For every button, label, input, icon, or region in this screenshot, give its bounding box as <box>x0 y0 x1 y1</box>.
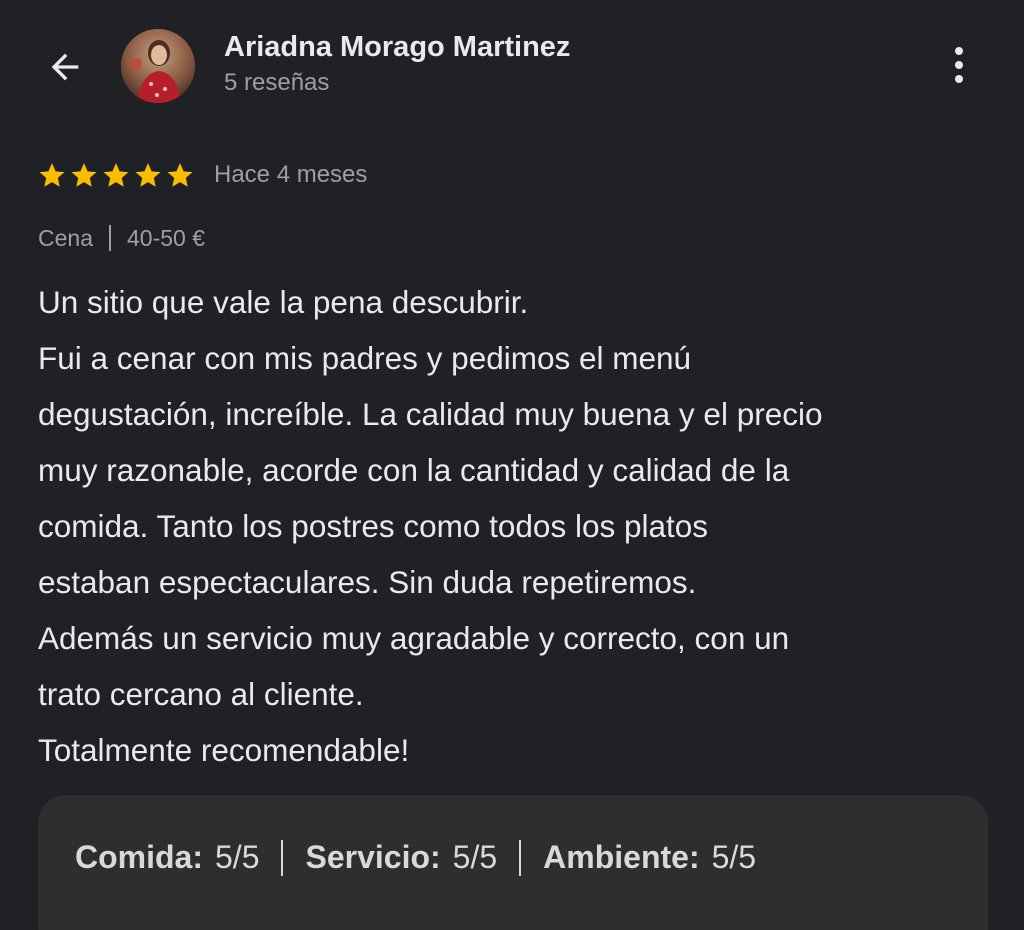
subratings-line: Comida: 5/5 Servicio: 5/5 Ambiente: 5/5 <box>75 839 756 876</box>
avatar-image <box>121 29 195 103</box>
review-text: Un sitio que vale la pena descubrir. Fui … <box>38 274 998 778</box>
star-icon <box>37 160 67 190</box>
star-icon <box>101 160 131 190</box>
food-rating-label: Comida: <box>75 839 203 875</box>
review-text-line: Un sitio que vale la pena descubrir. <box>38 284 529 320</box>
arrow-back-icon <box>51 53 79 81</box>
star-icon <box>165 160 195 190</box>
author-name[interactable]: Ariadna Morago Martinez <box>224 30 570 64</box>
meal-type: Cena <box>38 224 93 251</box>
star-icon <box>69 160 99 190</box>
back-button[interactable] <box>38 40 92 94</box>
service-rating-value: 5/5 <box>452 839 498 875</box>
review-text-line: Además un servicio muy agradable y corre… <box>38 620 790 656</box>
divider <box>519 839 522 876</box>
ambience-rating-label: Ambiente: <box>543 839 700 875</box>
review-text-line: comida. Tanto los postres como todos los… <box>38 508 709 544</box>
rating-row: Hace 4 meses <box>37 158 367 192</box>
review-text-line: muy razonable, acorde con la cantidad y … <box>38 452 790 488</box>
ambience-rating-value: 5/5 <box>711 839 757 875</box>
review-text-line: degustación, increíble. La calidad muy b… <box>38 396 823 432</box>
review-time: Hace 4 meses <box>214 161 368 188</box>
review-text-line: estaban espectaculares. Sin duda repetir… <box>38 564 697 600</box>
more-vert-icon <box>955 47 963 83</box>
more-options-button[interactable] <box>936 40 982 90</box>
star-icon <box>133 160 163 190</box>
review-meta: Cena 40-50 € <box>38 222 205 254</box>
review-text-line: trato cercano al cliente. <box>38 676 364 712</box>
food-rating-value: 5/5 <box>215 839 260 875</box>
divider <box>108 225 111 251</box>
star-rating <box>37 160 195 190</box>
price-range: 40-50 € <box>126 224 205 251</box>
review-text-line: Fui a cenar con mis padres y pedimos el … <box>38 340 692 376</box>
avatar[interactable] <box>121 29 195 103</box>
review-text-line: Totalmente recomendable! <box>38 732 410 768</box>
review-count[interactable]: 5 reseñas <box>224 66 570 100</box>
review-detail-screen: Ariadna Morago Martinez 5 reseñas Hace 4… <box>0 0 1024 930</box>
service-rating-label: Servicio: <box>305 839 441 875</box>
divider <box>281 839 284 876</box>
author-header: Ariadna Morago Martinez 5 reseñas <box>224 30 570 100</box>
subratings-card: Comida: 5/5 Servicio: 5/5 Ambiente: 5/5 <box>38 795 988 930</box>
